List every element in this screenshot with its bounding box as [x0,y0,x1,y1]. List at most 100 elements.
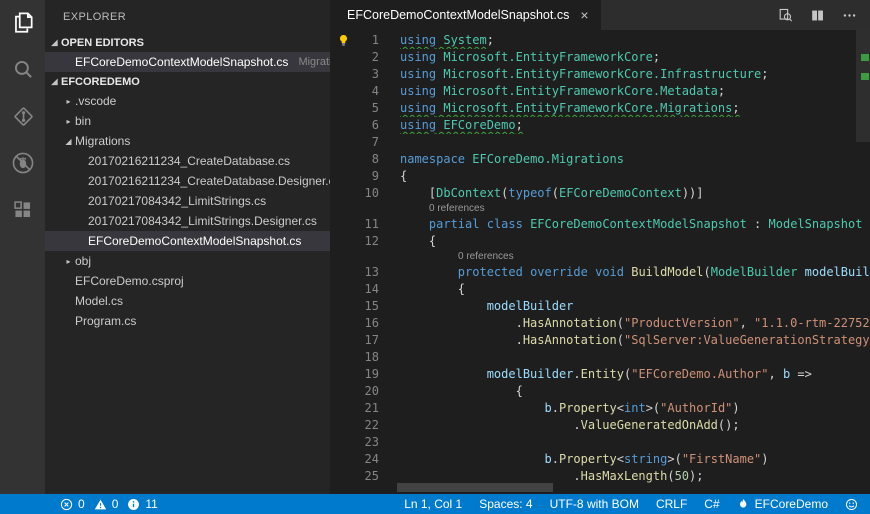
tree-item-program-cs[interactable]: Program.cs [45,311,330,331]
token: override [530,265,588,279]
token [797,265,804,279]
status-eol[interactable]: CRLF [656,497,687,511]
section-header-open-editors[interactable]: ◢OPEN EDITORS [45,33,330,52]
status-label: Spaces: 4 [479,497,532,511]
vertical-scrollbar[interactable] [856,30,870,142]
tree-item-bin[interactable]: ▸bin [45,111,330,131]
code-line-14[interactable]: { [400,281,870,298]
code-line-15[interactable]: modelBuilder [400,298,870,315]
vscode-window: EXPLORER ◢OPEN EDITORSEFCoreDemoContextM… [0,0,870,514]
code-line-20[interactable]: { [400,383,870,400]
activitybar-item-source-control[interactable] [10,103,36,129]
code-line-22[interactable]: .ValueGeneratedOnAdd(); [400,417,870,434]
token [400,299,487,313]
code-row: 10 [DbContext(typeof(EFCoreDemoContext))… [330,185,870,202]
code-line-16[interactable]: .HasAnnotation("ProductVersion", "1.1.0-… [400,315,870,332]
activitybar-item-search[interactable] [10,56,36,82]
code-line-8[interactable]: namespace EFCoreDemo.Migrations [400,151,870,168]
code-line-3[interactable]: using Microsoft.EntityFrameworkCore.Infr… [400,66,870,83]
code-line-24[interactable]: b.Property<string>("FirstName") [400,451,870,468]
lightbulb-icon[interactable] [337,34,350,47]
code-line-2[interactable]: using Microsoft.EntityFrameworkCore; [400,49,870,66]
token [523,217,530,231]
code-line-11[interactable]: partial class EFCoreDemoContextModelSnap… [400,216,870,233]
twisty-collapsed-icon: ▸ [62,97,75,106]
code-line-19[interactable]: modelBuilder.Entity("EFCoreDemo.Author",… [400,366,870,383]
section-header-efcoredemo[interactable]: ◢EFCOREDEMO [45,72,330,91]
token: EFCoreDemoContextModelSnapshot [530,217,747,231]
tree-item-model-cs[interactable]: Model.cs [45,291,330,311]
code-line-17[interactable]: .HasAnnotation("SqlServer:ValueGeneratio… [400,332,870,349]
infos-icon [127,498,140,511]
item-label: 20170216211234_CreateDatabase.cs [88,154,290,168]
token: "SqlServer:ValueGenerationStrategy" [624,333,870,347]
token: EFCoreDemo.Migrations [472,152,624,166]
tree-item-20170216211234-createdatabase-cs[interactable]: 20170216211234_CreateDatabase.cs [45,151,330,171]
code-line-18[interactable] [400,349,870,366]
code-area[interactable]: 1using System;2using Microsoft.EntityFra… [330,30,870,494]
status-omnisharp-project[interactable]: EFCoreDemo [737,497,828,511]
code-line-10[interactable]: [DbContext(typeof(EFCoreDemoContext))] [400,185,870,202]
tab-efcoredemocontextmodelsnapshot[interactable]: EFCoreDemoContextModelSnapshot.cs × [330,0,601,30]
open-editor-efcoredemocontextmodelsnapshot-cs[interactable]: EFCoreDemoContextModelSnapshot.csMigrati… [45,52,330,72]
editor-group: EFCoreDemoContextModelSnapshot.cs × 1usi… [330,0,870,494]
status-infos[interactable]: 11 [127,497,157,511]
code-line-4[interactable]: using Microsoft.EntityFrameworkCore.Meta… [400,83,870,100]
status-indentation[interactable]: Spaces: 4 [479,497,532,511]
token: b [545,452,552,466]
status-left: 00 11 [60,497,158,511]
activitybar-item-extensions[interactable] [10,197,36,223]
token: int [624,401,646,415]
code-line-9[interactable]: { [400,168,870,185]
tab-close-icon[interactable]: × [580,8,588,22]
status-warnings[interactable]: 0 [94,497,119,511]
status-encoding[interactable]: UTF-8 with BOM [550,497,639,511]
tree-item-efcoredemocontextmodelsnapshot-cs[interactable]: EFCoreDemoContextModelSnapshot.cs [45,231,330,251]
code-row: 14 { [330,281,870,298]
token: , [769,367,783,381]
token: EFCoreDemoContext [559,186,682,200]
tree-item--vscode[interactable]: ▸.vscode [45,91,330,111]
status-cursor-position[interactable]: Ln 1, Col 1 [404,497,462,511]
split-editor-button[interactable] [809,7,826,24]
token: HasAnnotation [523,316,617,330]
token [400,401,545,415]
token: . [400,418,581,432]
tree-item-efcoredemo-csproj[interactable]: EFCoreDemo.csproj [45,271,330,291]
token: modelBuilder [487,367,574,381]
status-errors[interactable]: 0 [60,497,85,511]
code-line-12[interactable]: { [400,233,870,250]
token: b [545,401,552,415]
tree-item-migrations[interactable]: ◢Migrations [45,131,330,151]
code-line-1[interactable]: using System; [400,32,870,49]
token: . [552,401,559,415]
codelens-references[interactable]: 0 references [400,202,870,216]
code-line-7[interactable] [400,134,870,151]
activitybar-item-debug[interactable] [10,150,36,176]
tree-item-obj[interactable]: ▸obj [45,251,330,271]
code-line-6[interactable]: using EFCoreDemo; [400,117,870,134]
code-line-13[interactable]: protected override void BuildModel(Model… [400,264,870,281]
status-feedback[interactable] [845,498,858,511]
activitybar-item-explorer[interactable] [10,9,36,35]
horizontal-scrollbar[interactable] [397,483,553,492]
token: Microsoft.EntityFrameworkCore.Metadata [443,84,718,98]
omnisharp-project-icon [737,498,750,511]
token: using [400,84,436,98]
tree-item-20170216211234-createdatabase-designer-cs[interactable]: 20170216211234_CreateDatabase.Designer.c… [45,171,330,191]
code-row: 13 protected override void BuildModel(Mo… [330,264,870,281]
codelens-references[interactable]: 0 references [400,250,870,264]
item-label: 20170217084342_LimitStrings.cs [88,194,266,208]
code-line-23[interactable] [400,434,870,451]
token: "AuthorId" [660,401,732,415]
token: Microsoft.EntityFrameworkCore [443,50,653,64]
more-actions-button[interactable] [841,7,858,24]
status-language-mode[interactable]: C# [704,497,719,511]
token: ( [552,186,559,200]
tree-item-20170217084342-limitstrings-cs[interactable]: 20170217084342_LimitStrings.cs [45,191,330,211]
open-preview-button[interactable] [777,7,794,24]
code-line-21[interactable]: b.Property<int>("AuthorId") [400,400,870,417]
twisty-expanded-icon: ◢ [62,137,75,146]
tree-item-20170217084342-limitstrings-designer-cs[interactable]: 20170217084342_LimitStrings.Designer.cs [45,211,330,231]
code-line-5[interactable]: using Microsoft.EntityFrameworkCore.Migr… [400,100,870,117]
